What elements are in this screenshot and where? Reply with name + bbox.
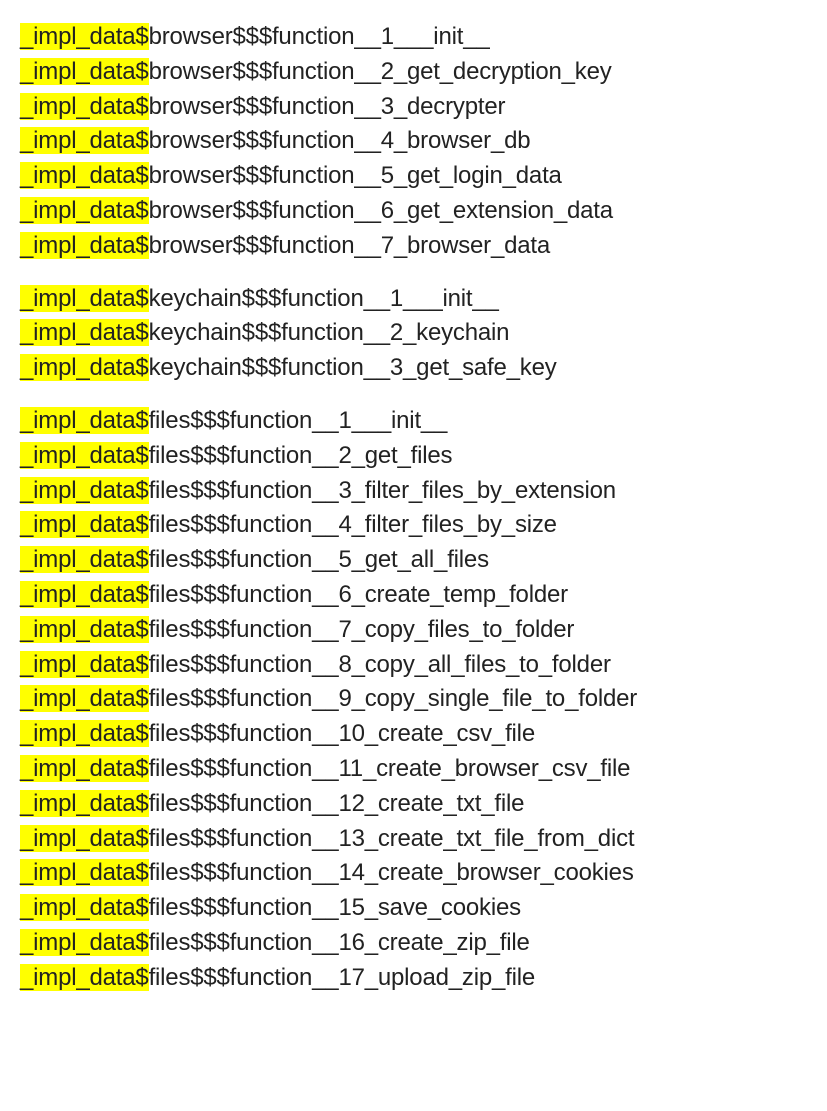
- function-line: _impl_data$files$$$function__7_copy_file…: [20, 613, 807, 648]
- highlighted-prefix: _impl_data$: [20, 755, 149, 782]
- highlighted-prefix: _impl_data$: [20, 162, 149, 189]
- function-identifier: browser$$$function__7_browser_data: [149, 232, 550, 259]
- function-identifier: keychain$$$function__1___init__: [149, 285, 499, 312]
- highlighted-prefix: _impl_data$: [20, 581, 149, 608]
- function-line: _impl_data$browser$$$function__3_decrypt…: [20, 90, 807, 125]
- function-line: _impl_data$browser$$$function__5_get_log…: [20, 159, 807, 194]
- module-group-browser: _impl_data$browser$$$function__1___init_…: [20, 20, 807, 264]
- function-identifier: files$$$function__17_upload_zip_file: [149, 964, 535, 991]
- function-identifier: files$$$function__10_create_csv_file: [149, 720, 535, 747]
- function-identifier: files$$$function__9_copy_single_file_to_…: [149, 685, 638, 712]
- function-identifier: files$$$function__14_create_browser_cook…: [149, 859, 634, 886]
- function-line: _impl_data$files$$$function__3_filter_fi…: [20, 474, 807, 509]
- function-identifier: files$$$function__7_copy_files_to_folder: [149, 616, 575, 643]
- function-line: _impl_data$keychain$$$function__1___init…: [20, 282, 807, 317]
- highlighted-prefix: _impl_data$: [20, 825, 149, 852]
- function-identifier: files$$$function__16_create_zip_file: [149, 929, 530, 956]
- function-identifier: browser$$$function__5_get_login_data: [149, 162, 562, 189]
- function-line: _impl_data$files$$$function__4_filter_fi…: [20, 508, 807, 543]
- highlighted-prefix: _impl_data$: [20, 720, 149, 747]
- function-identifier: files$$$function__12_create_txt_file: [149, 790, 525, 817]
- function-identifier: files$$$function__4_filter_files_by_size: [149, 511, 557, 538]
- function-line: _impl_data$files$$$function__10_create_c…: [20, 717, 807, 752]
- function-line: _impl_data$browser$$$function__7_browser…: [20, 229, 807, 264]
- function-identifier: files$$$function__2_get_files: [149, 442, 453, 469]
- function-identifier: files$$$function__11_create_browser_csv_…: [149, 755, 631, 782]
- function-identifier: files$$$function__8_copy_all_files_to_fo…: [149, 651, 611, 678]
- highlighted-prefix: _impl_data$: [20, 546, 149, 573]
- highlighted-prefix: _impl_data$: [20, 58, 149, 85]
- function-identifier: browser$$$function__1___init__: [149, 23, 490, 50]
- function-line: _impl_data$files$$$function__2_get_files: [20, 439, 807, 474]
- highlighted-prefix: _impl_data$: [20, 285, 149, 312]
- highlighted-prefix: _impl_data$: [20, 127, 149, 154]
- function-line: _impl_data$files$$$function__1___init__: [20, 404, 807, 439]
- function-identifier: browser$$$function__2_get_decryption_key: [149, 58, 612, 85]
- function-identifier: files$$$function__13_create_txt_file_fro…: [149, 825, 635, 852]
- function-identifier: files$$$function__1___init__: [149, 407, 448, 434]
- function-line: _impl_data$files$$$function__6_create_te…: [20, 578, 807, 613]
- code-listing: _impl_data$browser$$$function__1___init_…: [20, 20, 807, 996]
- highlighted-prefix: _impl_data$: [20, 929, 149, 956]
- function-line: _impl_data$files$$$function__14_create_b…: [20, 856, 807, 891]
- function-identifier: files$$$function__5_get_all_files: [149, 546, 489, 573]
- function-identifier: browser$$$function__6_get_extension_data: [149, 197, 613, 224]
- highlighted-prefix: _impl_data$: [20, 651, 149, 678]
- function-identifier: browser$$$function__3_decrypter: [149, 93, 506, 120]
- highlighted-prefix: _impl_data$: [20, 511, 149, 538]
- highlighted-prefix: _impl_data$: [20, 964, 149, 991]
- function-line: _impl_data$files$$$function__9_copy_sing…: [20, 682, 807, 717]
- function-line: _impl_data$keychain$$$function__3_get_sa…: [20, 351, 807, 386]
- function-line: _impl_data$files$$$function__8_copy_all_…: [20, 648, 807, 683]
- function-line: _impl_data$files$$$function__5_get_all_f…: [20, 543, 807, 578]
- function-line: _impl_data$keychain$$$function__2_keycha…: [20, 316, 807, 351]
- highlighted-prefix: _impl_data$: [20, 616, 149, 643]
- function-line: _impl_data$files$$$function__17_upload_z…: [20, 961, 807, 996]
- function-identifier: files$$$function__15_save_cookies: [149, 894, 521, 921]
- highlighted-prefix: _impl_data$: [20, 93, 149, 120]
- function-identifier: keychain$$$function__2_keychain: [149, 319, 510, 346]
- function-identifier: keychain$$$function__3_get_safe_key: [149, 354, 557, 381]
- function-line: _impl_data$files$$$function__15_save_coo…: [20, 891, 807, 926]
- highlighted-prefix: _impl_data$: [20, 790, 149, 817]
- function-line: _impl_data$browser$$$function__4_browser…: [20, 124, 807, 159]
- function-line: _impl_data$files$$$function__11_create_b…: [20, 752, 807, 787]
- function-line: _impl_data$files$$$function__13_create_t…: [20, 822, 807, 857]
- highlighted-prefix: _impl_data$: [20, 354, 149, 381]
- highlighted-prefix: _impl_data$: [20, 859, 149, 886]
- module-group-keychain: _impl_data$keychain$$$function__1___init…: [20, 282, 807, 386]
- function-identifier: browser$$$function__4_browser_db: [149, 127, 531, 154]
- function-line: _impl_data$browser$$$function__2_get_dec…: [20, 55, 807, 90]
- highlighted-prefix: _impl_data$: [20, 407, 149, 434]
- highlighted-prefix: _impl_data$: [20, 197, 149, 224]
- function-identifier: files$$$function__6_create_temp_folder: [149, 581, 568, 608]
- highlighted-prefix: _impl_data$: [20, 477, 149, 504]
- function-identifier: files$$$function__3_filter_files_by_exte…: [149, 477, 616, 504]
- highlighted-prefix: _impl_data$: [20, 319, 149, 346]
- function-line: _impl_data$browser$$$function__6_get_ext…: [20, 194, 807, 229]
- module-group-files: _impl_data$files$$$function__1___init___…: [20, 404, 807, 996]
- function-line: _impl_data$files$$$function__16_create_z…: [20, 926, 807, 961]
- function-line: _impl_data$browser$$$function__1___init_…: [20, 20, 807, 55]
- highlighted-prefix: _impl_data$: [20, 685, 149, 712]
- function-line: _impl_data$files$$$function__12_create_t…: [20, 787, 807, 822]
- highlighted-prefix: _impl_data$: [20, 23, 149, 50]
- highlighted-prefix: _impl_data$: [20, 442, 149, 469]
- highlighted-prefix: _impl_data$: [20, 232, 149, 259]
- highlighted-prefix: _impl_data$: [20, 894, 149, 921]
